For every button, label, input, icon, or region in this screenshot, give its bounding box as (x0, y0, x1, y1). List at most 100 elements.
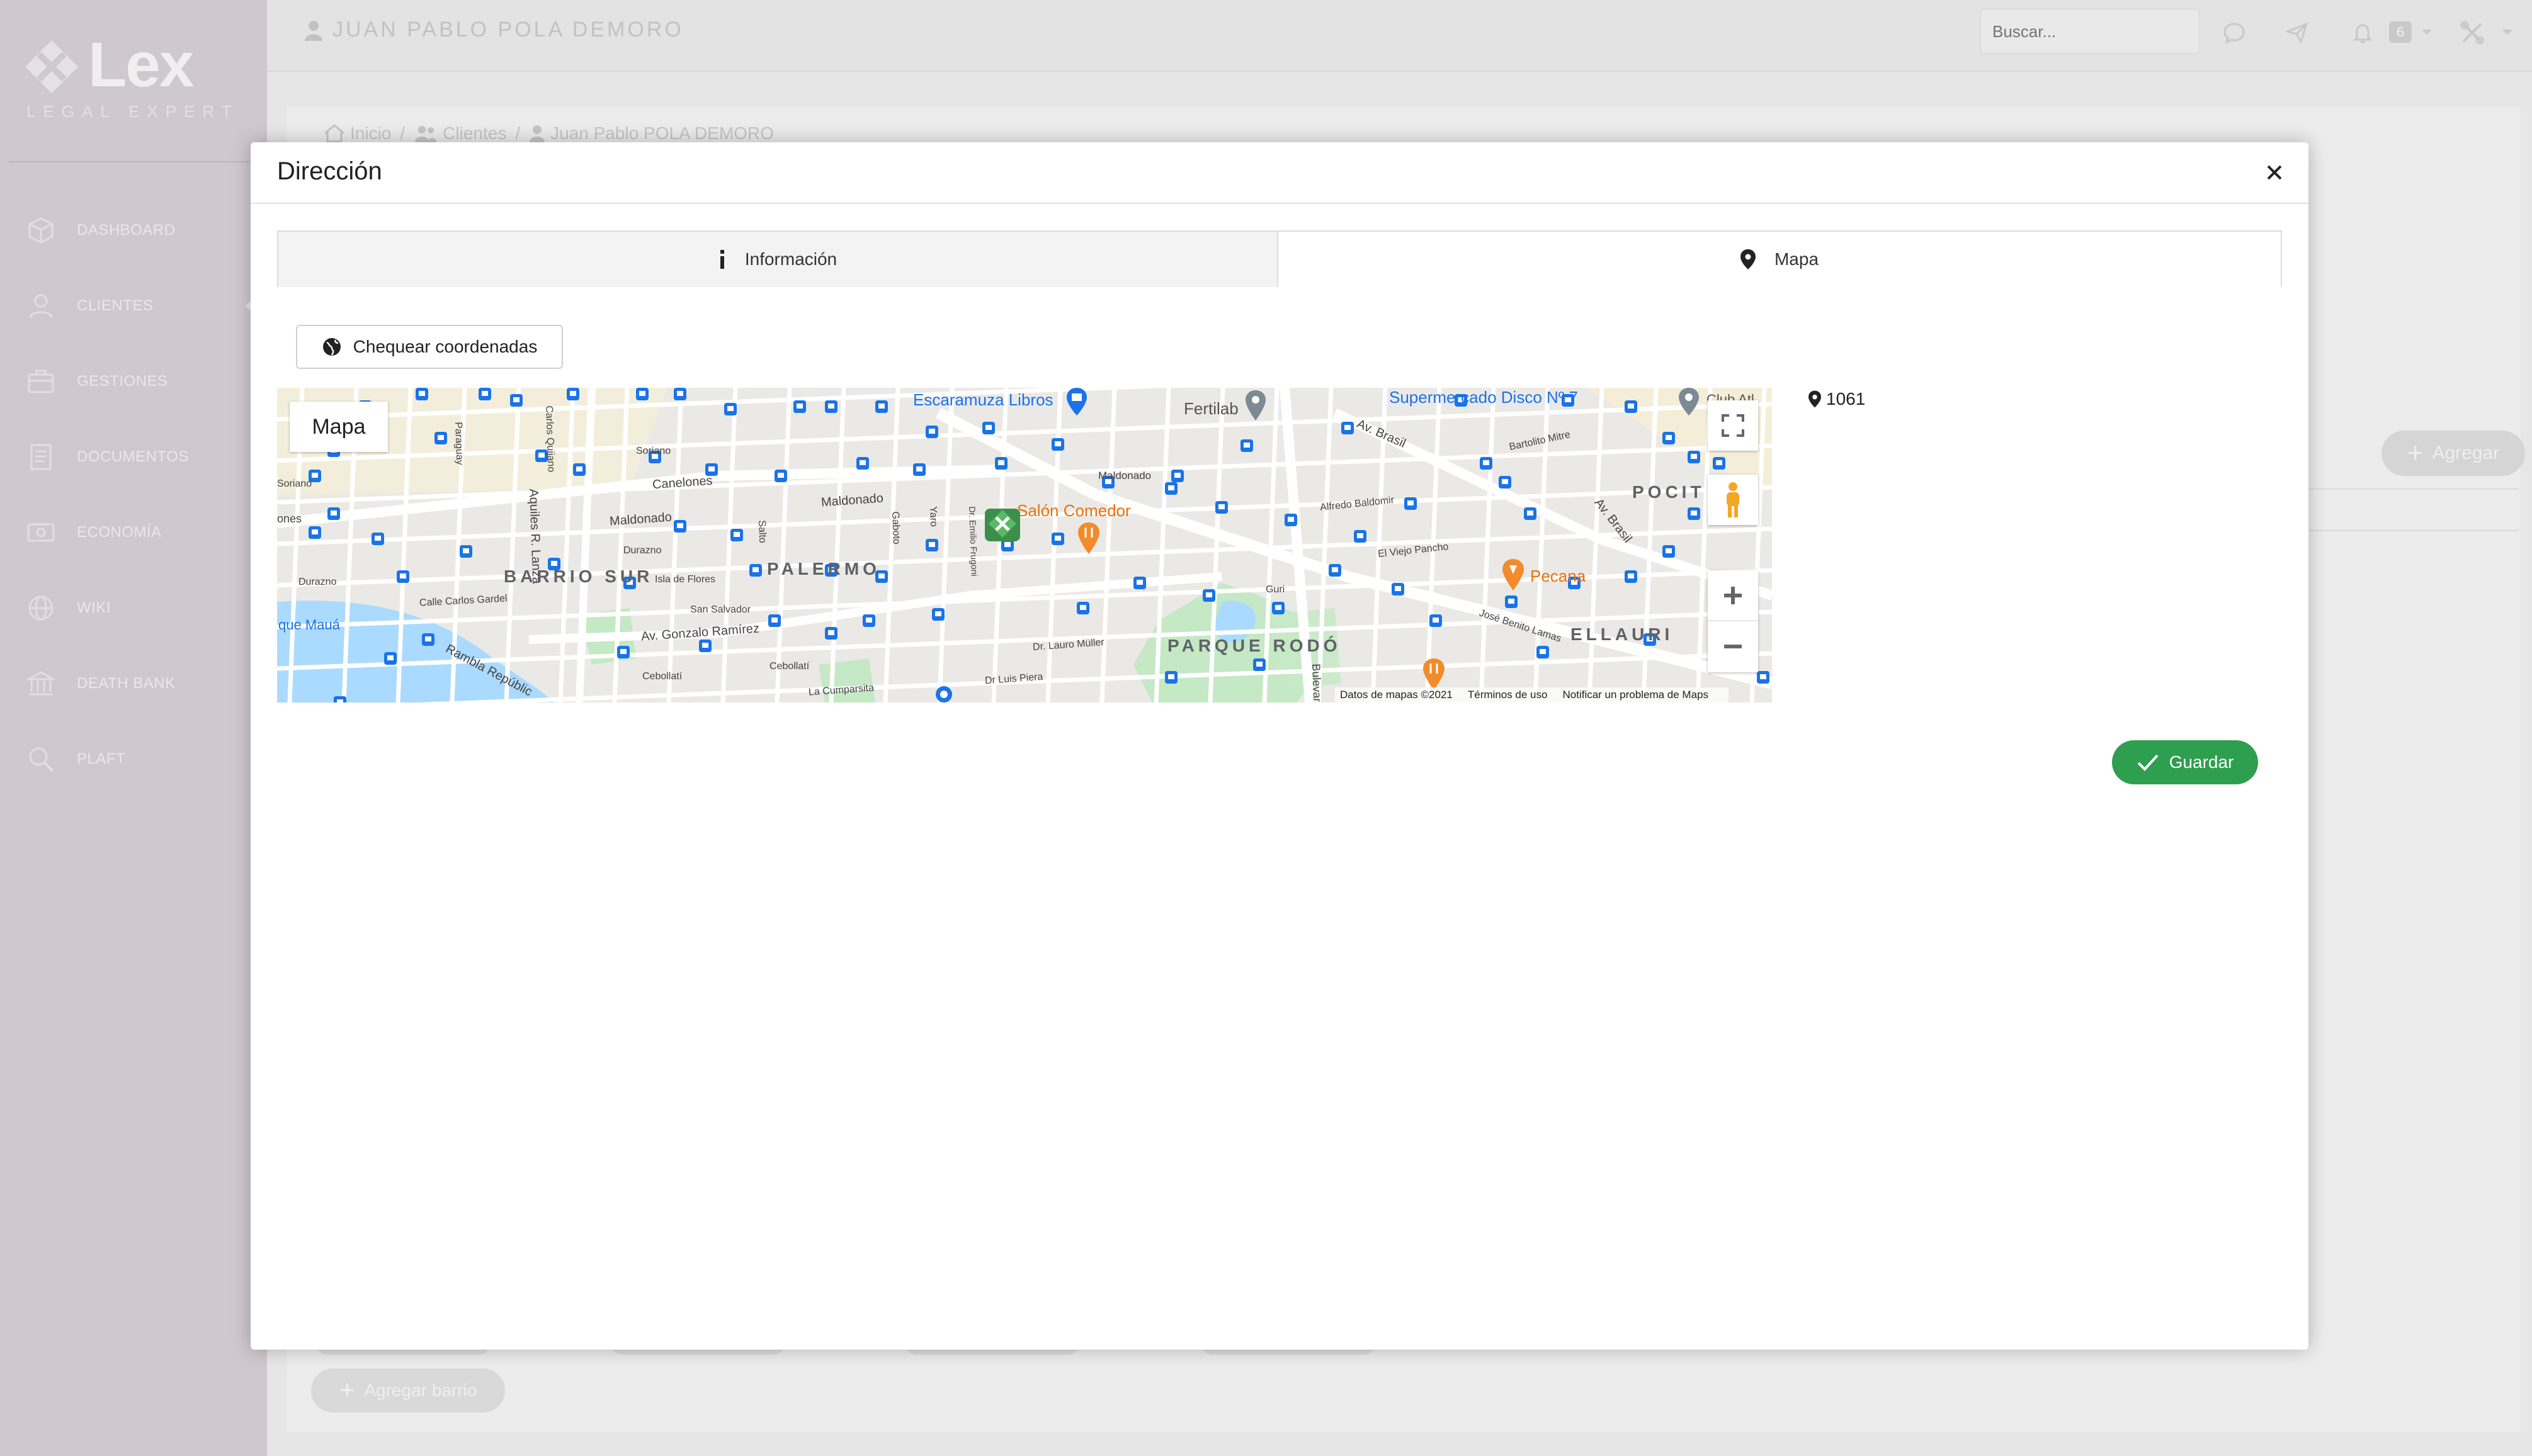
bus-stop-marker-inner (482, 391, 488, 396)
bus-stop-marker-inner (1055, 536, 1061, 541)
bus-stop-marker-inner (1275, 605, 1281, 610)
map-street-label: Yaro (928, 506, 940, 528)
chevron-down-icon[interactable] (2413, 19, 2441, 47)
bus-stop-marker-inner (551, 561, 557, 566)
zoom-out-button[interactable] (1708, 621, 1758, 672)
street-view-button[interactable] (1708, 475, 1758, 525)
chat-icon[interactable] (2220, 19, 2248, 47)
minus-icon (1724, 645, 1742, 648)
map-street-label: Maldonado (1098, 470, 1152, 482)
brand-subtitle: LEGAL EXPERT (26, 102, 239, 121)
map-attribution: Datos de mapas ©2021 Términos de uso Not… (1335, 687, 1729, 703)
plus-icon (1724, 587, 1742, 604)
agregar-barrio-button[interactable]: + Agregar barrio (311, 1369, 505, 1413)
bus-stop-marker-inner (1137, 580, 1143, 585)
sidebar-item-dashboard[interactable]: DASHBOARD (25, 212, 264, 249)
tab-mapa[interactable]: Mapa (1278, 230, 2282, 287)
sidebar-item-label: DEATH BANK (77, 675, 176, 692)
app-logo[interactable]: Lex LEGAL EXPERT (23, 30, 249, 136)
bus-stop-marker-inner (1256, 662, 1263, 667)
bus-stop-marker-inner (1508, 599, 1514, 604)
bus-stop-marker-inner (828, 630, 834, 635)
search-input[interactable] (1980, 9, 2200, 54)
guardar-button[interactable]: Guardar (2112, 740, 2258, 784)
shop-icon[interactable] (1065, 388, 1088, 415)
bus-stop-marker-inner (1716, 460, 1722, 465)
sidebar-item-documentos[interactable]: DOCUMENTOS (25, 438, 264, 476)
map-street-label: Gaboto (890, 511, 902, 545)
bus-stop-marker-inner (639, 391, 645, 396)
agregar-button[interactable]: + Agregar (2382, 431, 2525, 476)
sidebar-item-economia[interactable]: ECONOMÍA (25, 514, 264, 551)
map-view[interactable]: Escaramuza Libros Fertilab Supermercado … (277, 388, 1772, 703)
bus-stop-marker-inner (513, 397, 519, 402)
map-type-button[interactable]: Mapa (290, 402, 388, 452)
bus-stop-marker-inner (702, 643, 708, 648)
breadcrumb-current: Juan Pablo POLA DEMORO (550, 123, 774, 143)
chevron-down-icon[interactable] (2494, 19, 2521, 47)
breadcrumb-section[interactable]: Clientes (443, 123, 506, 144)
sidebar-item-clientes[interactable]: CLIENTES (25, 287, 264, 325)
search-icon (25, 743, 57, 775)
map-place-label[interactable]: Pecana (1530, 567, 1586, 586)
check-icon (2137, 753, 2159, 772)
fullscreen-button[interactable] (1708, 400, 1758, 451)
bus-stop-marker-inner (331, 511, 337, 516)
map-street-label: Paraguay (453, 422, 465, 466)
bus-stop-marker-inner (1433, 618, 1439, 623)
top-header: JUAN PABLO POLA DEMORO 6 (267, 0, 2532, 72)
place-pin-icon[interactable] (1678, 388, 1700, 415)
modal-header: Dirección (251, 142, 2308, 204)
sidebar-item-label: DASHBOARD (77, 222, 176, 239)
send-icon[interactable] (2283, 19, 2311, 47)
bus-stop-marker-inner (1080, 605, 1086, 610)
modal-title: Dirección (277, 157, 382, 185)
bus-stop-marker-inner (985, 425, 992, 430)
tools-icon[interactable] (2458, 19, 2486, 47)
bus-stop-marker-inner (1628, 573, 1634, 578)
chequear-coordenadas-button[interactable]: Chequear coordenadas (296, 325, 563, 369)
bus-stop-marker-inner (438, 435, 444, 440)
money-icon (25, 517, 57, 548)
sidebar-item-gestiones[interactable]: GESTIONES (25, 363, 264, 400)
breadcrumb-home[interactable]: Inicio (350, 123, 391, 144)
map-terms-link[interactable]: Términos de uso (1468, 689, 1548, 701)
map-place-label[interactable]: Supermercado Disco Nº 7 (1389, 388, 1578, 407)
sidebar-item-label: GESTIONES (77, 373, 168, 390)
bus-stop-marker-inner (463, 548, 469, 553)
map-report-link[interactable]: Notificar un problema de Maps (1562, 689, 1708, 701)
map-district-label: BARRIO SUR (504, 567, 654, 586)
sidebar-item-death-bank[interactable]: DEATH BANK (25, 665, 264, 703)
bus-stop-marker-inner (425, 636, 431, 641)
bus-stop-marker-inner (1174, 473, 1181, 478)
sidebar-item-plaft[interactable]: PLAFT (25, 740, 264, 778)
place-pin-icon[interactable] (1244, 390, 1267, 420)
map-marker-icon (1740, 249, 1756, 269)
zoom-in-button[interactable] (1708, 571, 1758, 621)
bus-stop-marker-inner (1527, 511, 1533, 516)
bell-icon[interactable] (2349, 19, 2376, 47)
map-street-label: Durazno (623, 545, 662, 556)
tab-informacion[interactable]: Información (277, 230, 1278, 287)
transit-icon[interactable] (934, 685, 953, 703)
modal-tabs: Información Mapa (277, 230, 2282, 287)
map-place-label[interactable]: Salón Comedor (1017, 501, 1131, 521)
restaurant-icon[interactable] (1422, 658, 1446, 690)
map-place-label[interactable]: Fertilab (1184, 399, 1239, 419)
bus-stop-marker-inner (929, 542, 935, 547)
sidebar-item-wiki[interactable]: WIKI (25, 589, 264, 627)
restaurant-icon[interactable] (1501, 559, 1525, 590)
map-street-label: Carlos Quijano (543, 405, 557, 473)
location-marker-icon[interactable] (982, 504, 1023, 544)
bus-stop-marker-inner (1218, 504, 1225, 509)
map-street-label: Soriano (277, 478, 312, 489)
bus-stop-marker-inner (576, 466, 582, 471)
map-place-label[interactable]: Escaramuza Libros (913, 390, 1053, 410)
map-street-label: Bulevar (1310, 663, 1324, 703)
agregar-label: Agregar (2432, 443, 2500, 463)
restaurant-icon[interactable] (1077, 522, 1101, 554)
bus-stop-marker-inner (419, 391, 425, 396)
chequear-label: Chequear coordenadas (353, 337, 538, 356)
close-button[interactable] (2258, 156, 2291, 189)
bus-stop-marker-inner (1332, 567, 1338, 572)
